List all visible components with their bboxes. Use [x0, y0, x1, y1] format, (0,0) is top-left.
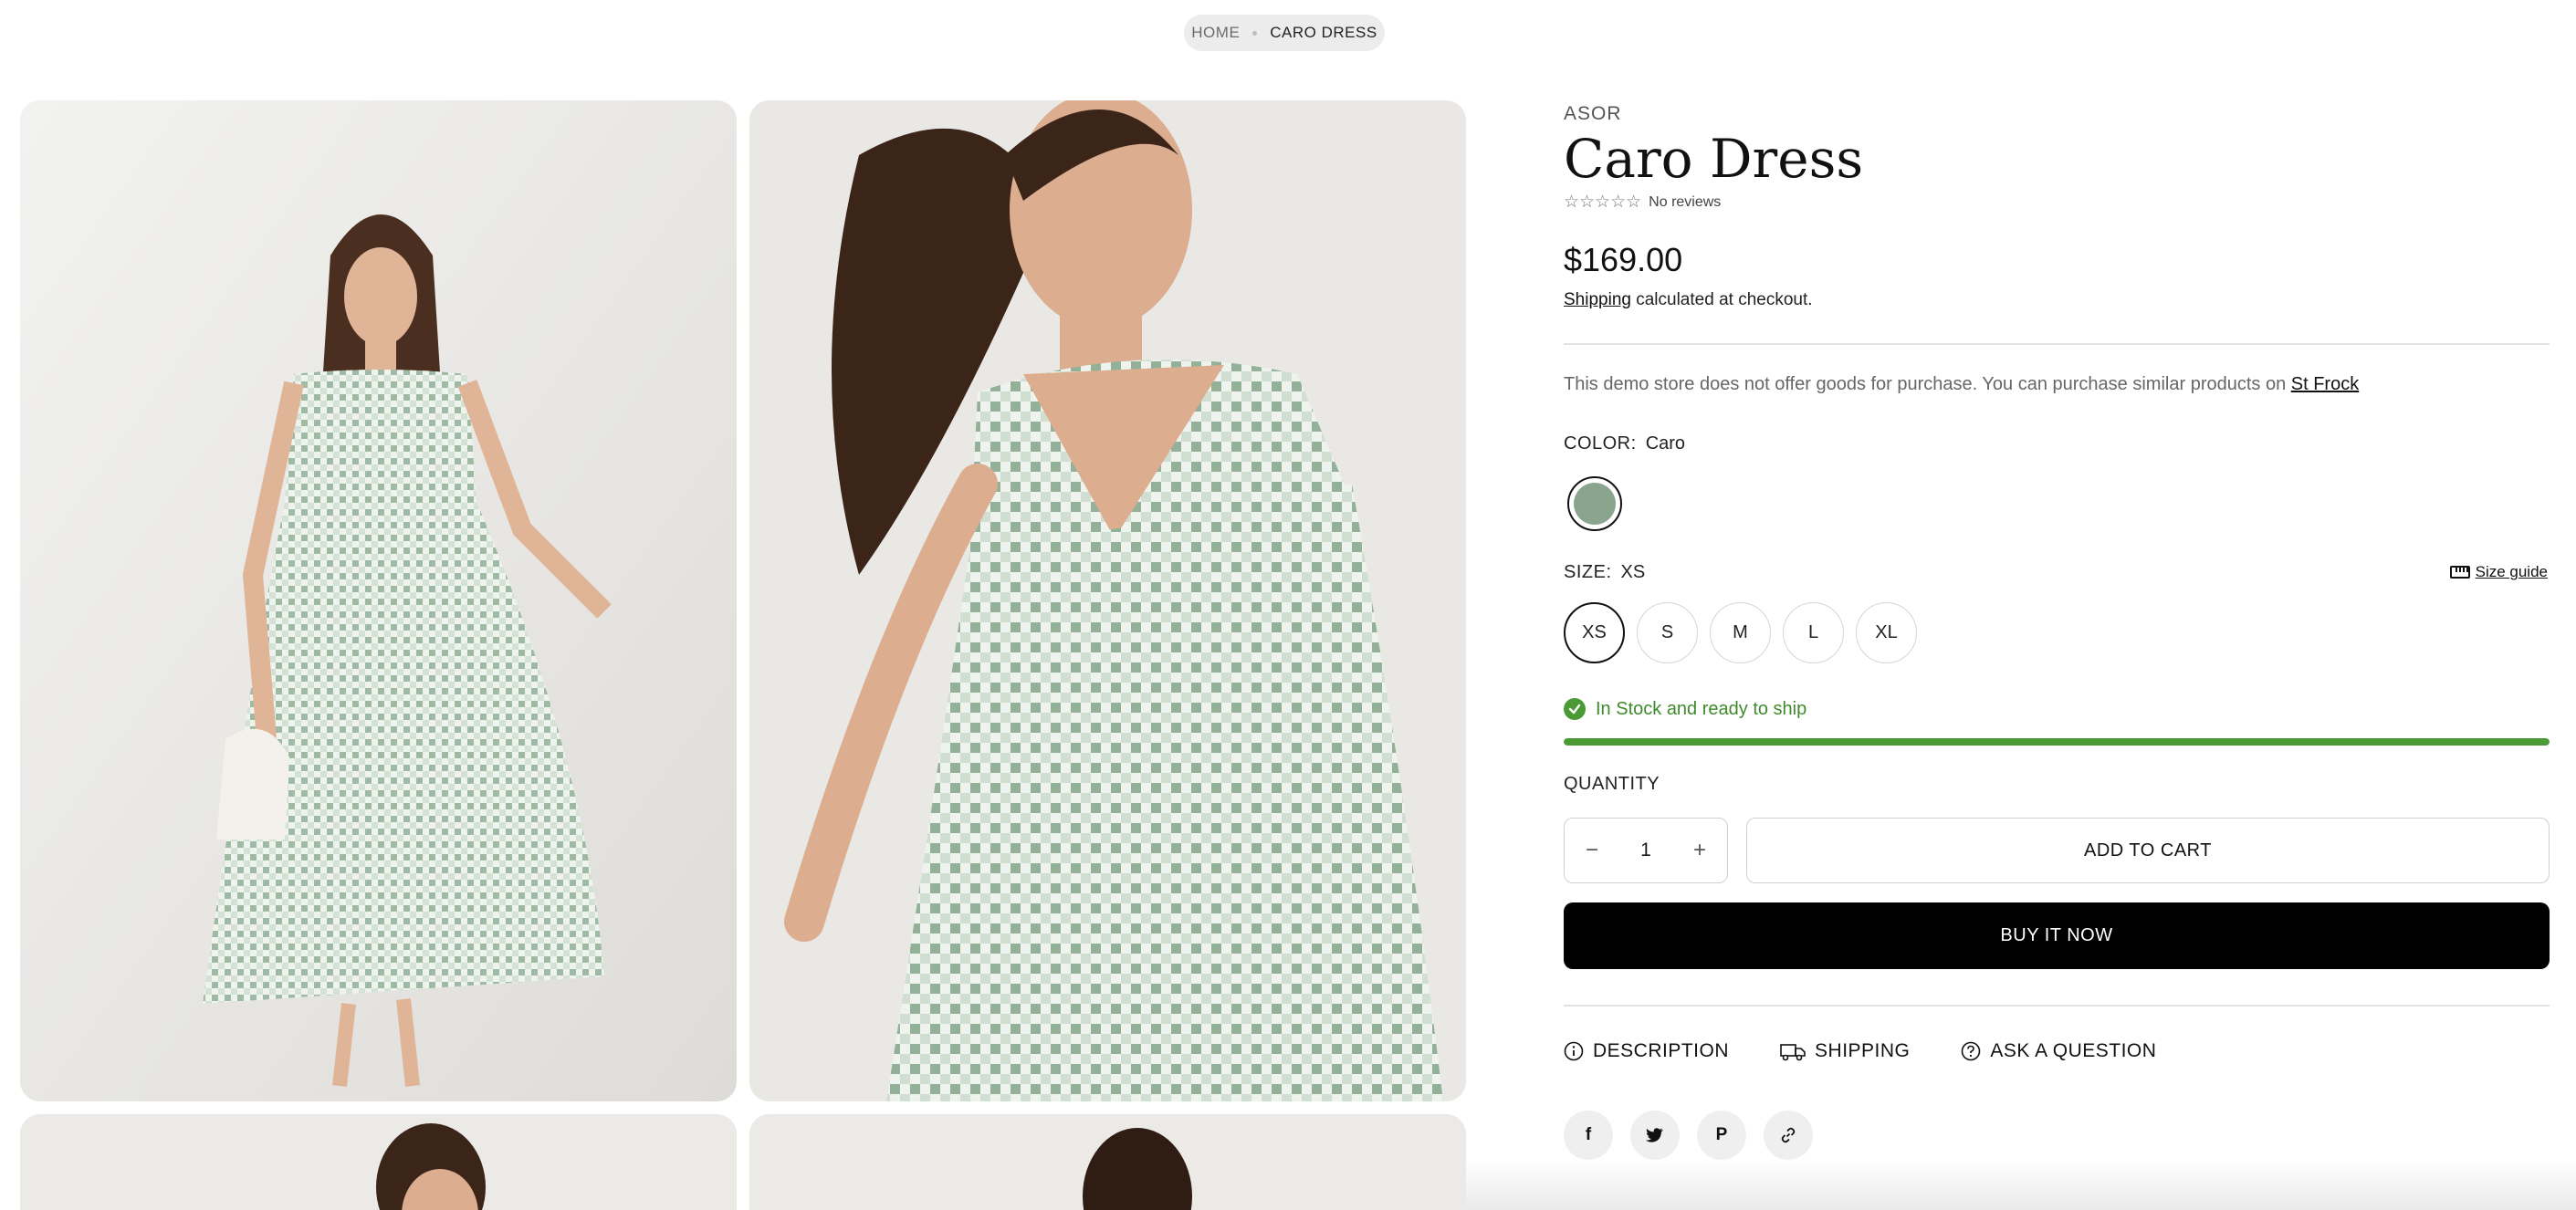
breadcrumb-separator [1252, 30, 1258, 36]
quantity-label: QUANTITY [1564, 774, 1660, 794]
twitter-icon[interactable] [1630, 1111, 1680, 1160]
reviews-count: No reviews [1649, 193, 1722, 210]
size-options: XS S M L XL [1564, 602, 1917, 663]
product-tabs: DESCRIPTION SHIPPING ASK A QUESTION [1564, 1040, 2156, 1062]
tab-ask-question-label: ASK A QUESTION [1990, 1040, 2157, 1061]
size-option-xs[interactable]: XS [1564, 602, 1625, 663]
link-icon[interactable] [1764, 1111, 1813, 1160]
demo-store-note: This demo store does not offer goods for… [1564, 374, 2359, 395]
tab-shipping-label: SHIPPING [1815, 1040, 1911, 1061]
size-option-l[interactable]: L [1783, 602, 1844, 663]
breadcrumb-current: CARO DRESS [1270, 24, 1377, 41]
question-icon [1962, 1041, 1981, 1061]
product-image-detail-2[interactable] [749, 1114, 1466, 1210]
breadcrumb-home-link[interactable]: HOME [1191, 24, 1240, 42]
color-value: Caro [1645, 433, 1686, 454]
stock-status: In Stock and ready to ship [1564, 698, 1806, 720]
size-guide-label: Size guide [2475, 563, 2548, 580]
checkmark-icon [1564, 698, 1586, 720]
quantity-input[interactable]: 1 [1640, 840, 1651, 861]
pinterest-icon[interactable]: P [1697, 1111, 1746, 1160]
tab-shipping[interactable]: SHIPPING [1780, 1040, 1910, 1062]
rating-stars-icon: ☆☆☆☆☆ [1564, 193, 1642, 212]
add-to-cart-button[interactable]: ADD TO CART [1746, 818, 2550, 883]
size-value: XS [1620, 562, 1646, 582]
size-guide-link[interactable]: Size guide [2449, 563, 2548, 581]
stock-status-text: In Stock and ready to ship [1596, 698, 1807, 719]
quantity-increase-button[interactable]: + [1687, 838, 1712, 863]
shipping-note: Shipping calculated at checkout. [1564, 290, 1813, 310]
quantity-stepper: − 1 + [1564, 818, 1728, 883]
product-image-close-up[interactable] [749, 100, 1466, 1101]
truck-icon [1780, 1044, 1806, 1061]
tab-description-label: DESCRIPTION [1593, 1040, 1730, 1061]
divider [1564, 1005, 2550, 1007]
stock-level-fill [1564, 738, 2550, 746]
stock-level-bar [1564, 738, 2550, 746]
size-option-label: SIZE: XS [1564, 562, 1645, 583]
bottom-fade-overlay [1466, 1159, 2576, 1210]
product-title: Caro Dress [1564, 128, 1864, 190]
shipping-note-text: calculated at checkout. [1630, 290, 1813, 309]
size-option-xl[interactable]: XL [1856, 602, 1917, 663]
product-image-detail-1[interactable] [20, 1114, 737, 1210]
quantity-decrease-button[interactable]: − [1579, 838, 1605, 863]
size-option-m[interactable]: M [1710, 602, 1771, 663]
demo-note-text: This demo store does not offer goods for… [1564, 374, 2291, 394]
product-vendor[interactable]: ASOR [1564, 103, 1622, 125]
shipping-link[interactable]: Shipping [1564, 290, 1631, 309]
product-image-full-length[interactable] [20, 100, 737, 1101]
tab-description[interactable]: DESCRIPTION [1564, 1040, 1729, 1062]
color-swatch-caro[interactable] [1567, 476, 1622, 531]
st-frock-link[interactable]: St Frock [2291, 374, 2359, 394]
product-rating[interactable]: ☆☆☆☆☆ No reviews [1564, 193, 1721, 211]
buy-it-now-button[interactable]: BUY IT NOW [1564, 902, 2550, 969]
info-icon [1564, 1041, 1584, 1061]
color-option-label: COLOR: Caro [1564, 433, 1685, 454]
color-label: COLOR: [1564, 433, 1637, 454]
facebook-icon[interactable]: f [1564, 1111, 1613, 1160]
product-price: $169.00 [1564, 241, 1683, 278]
breadcrumb: HOME CARO DRESS [1184, 15, 1385, 51]
ruler-icon [2449, 566, 2470, 579]
size-label: SIZE: [1564, 562, 1612, 582]
tab-ask-question[interactable]: ASK A QUESTION [1961, 1040, 2156, 1062]
divider [1564, 343, 2550, 345]
size-option-s[interactable]: S [1637, 602, 1698, 663]
swatch-fill [1574, 483, 1616, 525]
share-buttons: f P [1564, 1111, 1813, 1160]
